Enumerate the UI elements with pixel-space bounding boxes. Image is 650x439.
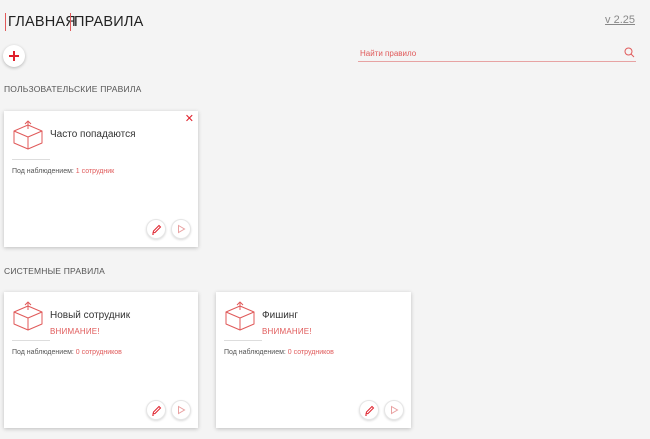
rule-card[interactable]: Фишинг ВНИМАНИЕ! Под наблюдением: 0 сотр… xyxy=(216,292,411,428)
search-box xyxy=(358,45,636,62)
edit-button[interactable] xyxy=(146,219,166,239)
edit-button[interactable] xyxy=(146,400,166,420)
breadcrumb-home[interactable]: ГЛАВНАЯ xyxy=(8,14,76,30)
add-rule-button[interactable] xyxy=(3,45,25,67)
rule-title: Фишинг xyxy=(262,310,298,321)
watch-count-link[interactable]: 0 сотрудников xyxy=(76,349,122,356)
watch-count-link[interactable]: 1 сотрудник xyxy=(76,168,114,175)
close-icon[interactable]: ✕ xyxy=(185,114,194,125)
play-icon xyxy=(178,224,186,234)
watch-label: Под наблюдением: xyxy=(12,168,74,175)
watch-label: Под наблюдением: xyxy=(12,349,74,356)
rule-card[interactable]: Часто попадаются Под наблюдением: 1 сотр… xyxy=(4,111,198,247)
watch-count-link[interactable]: 0 сотрудников xyxy=(288,349,334,356)
breadcrumb-current: ПРАВИЛА xyxy=(74,14,144,30)
watch-label: Под наблюдением: xyxy=(224,349,286,356)
pencil-icon xyxy=(151,405,161,416)
header: ГЛАВНАЯ ПРАВИЛА v 2.25 xyxy=(0,0,650,44)
pencil-icon xyxy=(364,405,374,416)
run-button[interactable] xyxy=(171,219,191,239)
search-icon[interactable] xyxy=(624,47,635,58)
watch-info: Под наблюдением: 0 сотрудников xyxy=(12,349,122,356)
play-icon xyxy=(178,405,186,415)
watch-info: Под наблюдением: 0 сотрудников xyxy=(224,349,334,356)
run-button[interactable] xyxy=(384,400,404,420)
plus-icon xyxy=(9,51,19,61)
section-title-user-rules: ПОЛЬЗОВАТЕЛЬСКИЕ ПРАВИЛА xyxy=(4,84,142,94)
rule-title: Часто попадаются xyxy=(50,129,136,140)
divider xyxy=(12,159,50,160)
play-icon xyxy=(391,405,399,415)
box-icon xyxy=(225,301,255,331)
version-link[interactable]: v 2.25 xyxy=(605,14,635,26)
breadcrumb-divider xyxy=(5,13,6,31)
watch-info: Под наблюдением: 1 сотрудник xyxy=(12,168,114,175)
warning-label: ВНИМАНИЕ! xyxy=(50,327,100,336)
section-title-system-rules: СИСТЕМНЫЕ ПРАВИЛА xyxy=(4,266,106,276)
breadcrumb-divider xyxy=(70,13,71,31)
rule-title: Новый сотрудник xyxy=(50,310,131,321)
search-input[interactable] xyxy=(360,46,610,60)
box-icon xyxy=(13,120,43,150)
pencil-icon xyxy=(151,224,161,235)
box-icon xyxy=(13,301,43,331)
edit-button[interactable] xyxy=(359,400,379,420)
run-button[interactable] xyxy=(171,400,191,420)
rule-card[interactable]: Новый сотрудник ВНИМАНИЕ! Под наблюдение… xyxy=(4,292,198,428)
warning-label: ВНИМАНИЕ! xyxy=(262,327,312,336)
divider xyxy=(12,340,50,341)
divider xyxy=(224,340,262,341)
